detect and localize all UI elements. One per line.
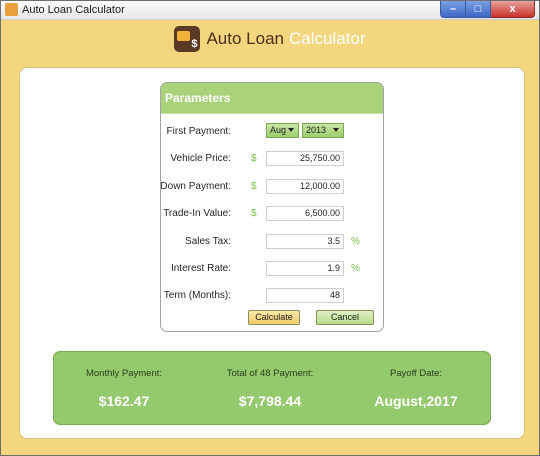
first-payment-label: First Payment: [166,126,231,137]
dollar-sign: $ [251,153,257,164]
title-bar[interactable]: Auto Loan Calculator – □ x [1,1,539,20]
term-row: Term (Months): 48 [161,288,383,304]
maximize-button[interactable]: □ [466,1,491,18]
monthly-payment-result: Monthly Payment: $162.47 [54,352,194,409]
interest-rate-row: Interest Rate: 1.9 % [161,261,383,277]
chevron-down-icon [333,128,339,132]
down-payment-input[interactable]: 12,000.00 [266,179,344,194]
app-title: Auto Loan Calculator [206,29,365,49]
app-title-main: Auto Loan [206,29,284,48]
trade-in-row: Trade-In Value: $ 6,500.00 [161,206,383,222]
car-dollar-logo-icon [174,26,201,52]
parameters-card: Parameters First Payment: Aug 2013 Vehic… [160,82,384,332]
cancel-button[interactable]: Cancel [316,310,374,325]
down-payment-label: Down Payment: [160,181,231,192]
window-title: Auto Loan Calculator [22,4,125,16]
dollar-sign: $ [251,208,257,219]
down-payment-row: Down Payment: $ 12,000.00 [161,179,383,195]
dollar-sign: $ [251,181,257,192]
monthly-payment-value: $162.47 [98,393,150,409]
results-card: Monthly Payment: $162.47 Total of 48 Pay… [53,351,491,425]
vehicle-price-label: Vehicle Price: [170,153,231,164]
payoff-date-result: Payoff Date: August,2017 [346,352,486,409]
vehicle-price-row: Vehicle Price: $ 25,750.00 [161,151,383,167]
sales-tax-row: Sales Tax: 3.5 % [161,234,383,250]
close-button[interactable]: x [491,1,535,18]
parameters-heading: Parameters [161,83,383,114]
term-label: Term (Months): [163,290,231,301]
total-payment-value: $7,798.44 [238,393,302,409]
first-payment-year-value: 2013 [306,125,327,135]
sales-tax-label: Sales Tax: [185,236,231,247]
term-input[interactable]: 48 [266,288,344,303]
interest-rate-input[interactable]: 1.9 [266,261,344,276]
interest-rate-label: Interest Rate: [170,263,231,274]
app-icon [5,3,18,16]
app-window: Auto Loan Calculator – □ x Auto LoanCalc… [0,0,540,456]
window-controls: – □ x [440,1,535,18]
calculate-button[interactable]: Calculate [248,310,300,325]
percent-sign: % [351,236,360,247]
trade-in-label: Trade-In Value: [163,208,231,219]
monthly-payment-label: Monthly Payment: [85,368,163,379]
chevron-down-icon [288,128,294,132]
total-payment-label: Total of 48 Payment: [226,368,314,379]
first-payment-year-select[interactable]: 2013 [302,123,344,138]
app-header: Auto LoanCalculator [1,19,539,59]
main-panel: Parameters First Payment: Aug 2013 Vehic… [19,67,525,439]
trade-in-input[interactable]: 6,500.00 [266,206,344,221]
vehicle-price-input[interactable]: 25,750.00 [266,151,344,166]
first-payment-month-value: Aug [270,125,287,135]
first-payment-row: First Payment: Aug 2013 [161,123,383,140]
payoff-date-value: August,2017 [374,393,458,409]
percent-sign: % [351,263,360,274]
app-title-accent: Calculator [288,29,366,48]
first-payment-month-select[interactable]: Aug [266,123,299,138]
minimize-button[interactable]: – [440,1,466,18]
total-payment-result: Total of 48 Payment: $7,798.44 [200,352,340,409]
payoff-date-label: Payoff Date: [389,368,443,379]
sales-tax-input[interactable]: 3.5 [266,234,344,249]
